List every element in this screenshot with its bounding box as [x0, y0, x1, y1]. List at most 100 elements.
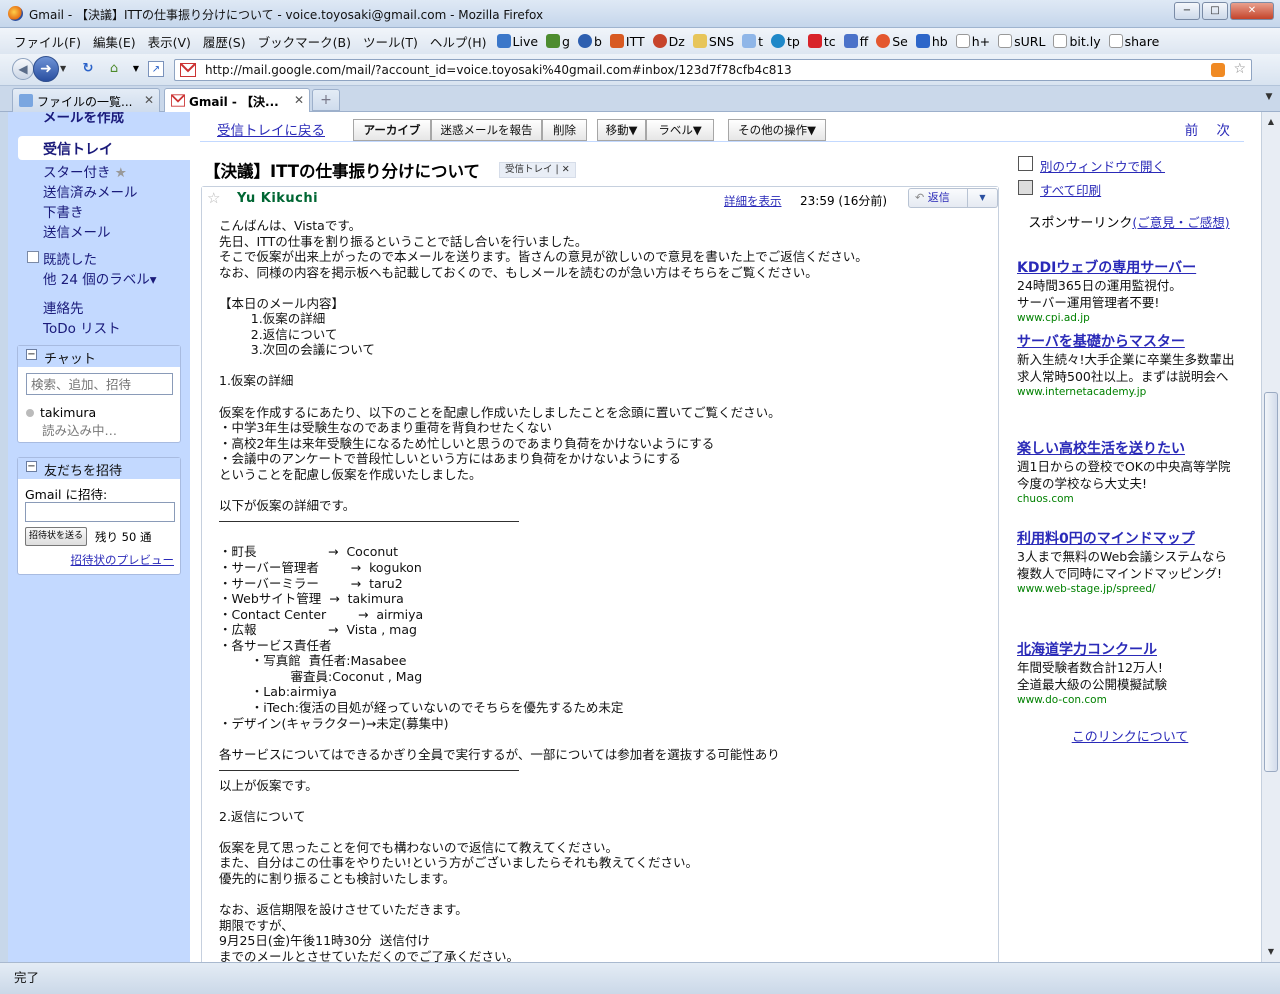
bookmark-tp[interactable]: tp [767, 34, 804, 49]
maximize-button[interactable]: □ [1202, 2, 1228, 20]
bookmark-dz[interactable]: Dz [649, 34, 689, 49]
chat-search-input[interactable] [26, 373, 173, 395]
tab-gmail[interactable]: Gmail - 【決... ✕ [164, 88, 310, 113]
sender-name[interactable]: Yu Kikuchi [237, 191, 318, 206]
menu-file[interactable]: ファイル(F) [8, 32, 87, 51]
labels-button[interactable]: ラベル▼ [646, 119, 714, 141]
collapse-icon[interactable]: − [26, 349, 37, 360]
history-dropdown-icon[interactable]: ▼ [60, 64, 66, 73]
menu-bookmarks[interactable]: ブックマーク(B) [252, 32, 357, 51]
tab-close-icon[interactable]: ✕ [294, 93, 304, 107]
scroll-up-icon[interactable]: ▲ [1264, 114, 1278, 130]
menu-edit[interactable]: 編集(E) [87, 32, 142, 51]
stop-dropdown-icon[interactable]: ▼ [128, 61, 144, 77]
new-tab-button[interactable]: + [312, 89, 340, 111]
scroll-down-icon[interactable]: ▼ [1264, 944, 1278, 960]
reload-icon[interactable]: ↻ [80, 61, 96, 77]
bookmark-hplus[interactable]: h+ [952, 34, 994, 49]
minimize-button[interactable]: − [1174, 2, 1200, 20]
rss-feed-icon[interactable] [1211, 63, 1225, 77]
status-dot-icon [26, 409, 34, 417]
nav-more-labels[interactable]: 他 24 個のラベル▾ [43, 268, 157, 288]
ad-title-link[interactable]: KDDIウェブの専用サーバー [1017, 259, 1249, 277]
menu-help[interactable]: ヘルプ(H) [424, 32, 493, 51]
prev-next-links[interactable]: 前 次 [1185, 119, 1230, 139]
page-icon [998, 34, 1013, 48]
toolbar-extension-icon[interactable]: ↗ [148, 61, 164, 77]
ad-title-link[interactable]: サーバを基礎からマスター [1017, 333, 1249, 351]
message-more-dropdown[interactable]: ▼ [968, 188, 998, 208]
menu-history[interactable]: 履歴(S) [197, 32, 252, 51]
sponsor-feedback-link[interactable]: (ご意見・ご感想) [1132, 215, 1229, 230]
bookmark-b[interactable]: b [574, 34, 606, 49]
se-icon [876, 34, 891, 48]
print-icon [1018, 180, 1033, 195]
message-toolbar: 受信トレイに戻る アーカイブ 迷惑メールを報告 削除 移動▼ ラベル▼ その他の… [200, 116, 1244, 142]
bookmark-ff[interactable]: ff [840, 34, 873, 49]
nav-drafts[interactable]: 下書き [43, 201, 84, 221]
url-bar[interactable]: http://mail.google.com/mail/?account_id=… [174, 59, 1252, 81]
nav-inbox[interactable]: 受信トレイ [43, 139, 113, 159]
ad-title-link[interactable]: 利用料0円のマインドマップ [1017, 530, 1249, 548]
forward-button[interactable]: ➜ [33, 56, 59, 82]
invite-preview-link[interactable]: 招待状のプレビュー [71, 552, 175, 568]
nav-starred[interactable]: スター付き ★ [43, 161, 127, 181]
tab-file-list[interactable]: ファイルの一覧... ✕ [12, 88, 160, 112]
move-button[interactable]: 移動▼ [597, 119, 646, 141]
firefox-icon [8, 6, 23, 21]
tab-close-icon[interactable]: ✕ [144, 93, 154, 107]
compose-link[interactable]: メールを作成 [43, 112, 124, 126]
scrollbar-thumb[interactable] [1264, 392, 1278, 772]
label-checkbox[interactable] [27, 251, 39, 263]
chat-header[interactable]: − チャット [18, 346, 180, 367]
show-details-link[interactable]: 詳細を表示 [724, 193, 782, 209]
reply-button[interactable]: ↶ 返信 [908, 188, 968, 208]
nav-contacts[interactable]: 連絡先 [43, 297, 84, 317]
star-toggle-icon[interactable]: ☆ [207, 189, 220, 207]
back-button[interactable]: ◀ [12, 58, 34, 80]
invite-header[interactable]: − 友だちを招待 [18, 458, 180, 479]
about-these-links[interactable]: このリンクについて [1014, 726, 1246, 745]
menu-bar: ファイル(F) 編集(E) 表示(V) 履歴(S) ブックマーク(B) ツール(… [0, 28, 1280, 54]
ad-title-link[interactable]: 楽しい高校生活を送りたい [1017, 440, 1249, 458]
nav-sent[interactable]: 送信済みメール [43, 181, 138, 201]
tab-list-icon[interactable]: ▼ [1262, 92, 1276, 106]
report-spam-button[interactable]: 迷惑メールを報告 [431, 119, 542, 141]
reply-arrow-icon: ↶ [915, 191, 925, 204]
bookmark-tc[interactable]: tc [804, 34, 840, 49]
inbox-label-chip[interactable]: 受信トレイ | ✕ [499, 162, 576, 178]
ad-title-link[interactable]: 北海道学力コンクール [1017, 641, 1249, 659]
bookmark-sns[interactable]: SNS [689, 34, 738, 49]
back-to-inbox-link[interactable]: 受信トレイに戻る [217, 119, 325, 139]
bookmark-surl[interactable]: sURL [994, 34, 1049, 49]
page-scrollbar[interactable]: ▲ ▼ [1261, 112, 1280, 962]
delete-button[interactable]: 削除 [542, 119, 587, 141]
invite-email-input[interactable] [25, 502, 175, 522]
chat-contact[interactable]: takimura [26, 405, 96, 420]
menu-tools[interactable]: ツール(T) [357, 32, 424, 51]
bookmark-live[interactable]: Live [493, 34, 543, 49]
bookmark-itt[interactable]: ITT [606, 34, 649, 49]
bookmark-g[interactable]: g [542, 34, 574, 49]
ad-text: 24時間365日の運用監視付。 サーバー運用管理者不要! [1017, 278, 1182, 310]
nav-outbox[interactable]: 送信メール [43, 221, 111, 241]
bookmark-star-icon[interactable]: ☆ [1233, 61, 1246, 77]
bookmark-t[interactable]: t [738, 34, 767, 49]
home-icon[interactable]: ⌂ [106, 61, 122, 77]
open-new-window-link[interactable]: 別のウィンドウで開く [1040, 156, 1165, 175]
print-all-link[interactable]: すべて印刷 [1040, 180, 1101, 199]
close-window-button[interactable]: ✕ [1230, 2, 1274, 20]
collapse-icon[interactable]: − [26, 461, 37, 472]
nav-todo[interactable]: ToDo リスト [43, 317, 121, 337]
bookmark-hb[interactable]: hb [912, 34, 952, 49]
archive-button[interactable]: アーカイブ [353, 119, 431, 141]
bookmark-bitly[interactable]: bit.ly [1049, 34, 1104, 49]
bookmark-share[interactable]: share [1105, 34, 1164, 49]
bookmark-se[interactable]: Se [872, 34, 912, 49]
send-invite-button[interactable]: 招待状を送る [25, 527, 87, 546]
nav-label-done[interactable]: 既読した [43, 248, 97, 268]
more-actions-button[interactable]: その他の操作▼ [728, 119, 826, 141]
menu-view[interactable]: 表示(V) [142, 32, 197, 51]
itt-icon [609, 34, 624, 48]
chat-box: −チャット takimura 読み込み中… [17, 345, 181, 443]
